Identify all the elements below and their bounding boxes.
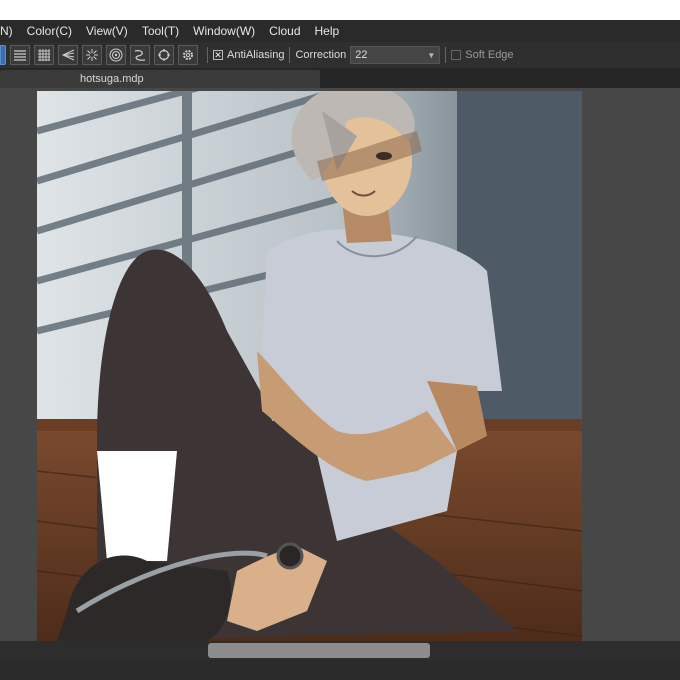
document-tab-bar: hotsuga.mdp: [0, 68, 680, 88]
chevron-down-icon: ▼: [427, 50, 436, 60]
antialiasing-label: AntiAliasing: [227, 49, 285, 61]
correction-value: 22: [355, 49, 368, 61]
toolbar-separator: [207, 47, 208, 63]
concentric-icon[interactable]: [106, 45, 126, 65]
horizontal-scrollbar[interactable]: [0, 641, 680, 660]
curve-icon[interactable]: [130, 45, 150, 65]
menu-item-edit[interactable]: N): [0, 24, 13, 38]
menu-item-window[interactable]: Window(W): [193, 24, 255, 38]
tool-options-bar: ✕ AntiAliasing Correction 22 ▼ Soft Edge: [0, 42, 680, 68]
menu-bar: N) Color(C) View(V) Tool(T) Window(W) Cl…: [0, 20, 680, 42]
document-tab-title: hotsuga.mdp: [80, 73, 144, 85]
status-bar: [0, 660, 680, 680]
menu-item-view[interactable]: View(V): [86, 24, 128, 38]
toolbar-separator: [289, 47, 291, 63]
artwork-canvas[interactable]: [37, 91, 582, 641]
toolbar-separator: [445, 47, 447, 63]
hatch-lines-icon[interactable]: [10, 45, 30, 65]
select-tool-icon[interactable]: [0, 45, 6, 65]
soft-edge-label: Soft Edge: [465, 49, 514, 61]
correction-label: Correction: [295, 49, 347, 61]
menu-item-help[interactable]: Help: [315, 24, 340, 38]
menu-item-color[interactable]: Color(C): [27, 24, 72, 38]
gear-icon[interactable]: [178, 45, 198, 65]
circle-dots-icon[interactable]: [154, 45, 174, 65]
grid-icon[interactable]: [34, 45, 54, 65]
correction-select[interactable]: 22 ▼: [350, 46, 441, 64]
scrollbar-thumb[interactable]: [208, 643, 430, 658]
canvas-workspace[interactable]: [0, 88, 680, 641]
app-window: N) Color(C) View(V) Tool(T) Window(W) Cl…: [0, 20, 680, 680]
menu-item-tool[interactable]: Tool(T): [142, 24, 179, 38]
document-tab[interactable]: hotsuga.mdp: [0, 70, 320, 88]
antialiasing-checkbox[interactable]: ✕: [213, 50, 223, 60]
soft-edge-checkbox[interactable]: [451, 50, 462, 60]
menu-item-cloud[interactable]: Cloud: [269, 24, 300, 38]
perspective-icon[interactable]: [58, 45, 78, 65]
radial-lines-icon[interactable]: [82, 45, 102, 65]
